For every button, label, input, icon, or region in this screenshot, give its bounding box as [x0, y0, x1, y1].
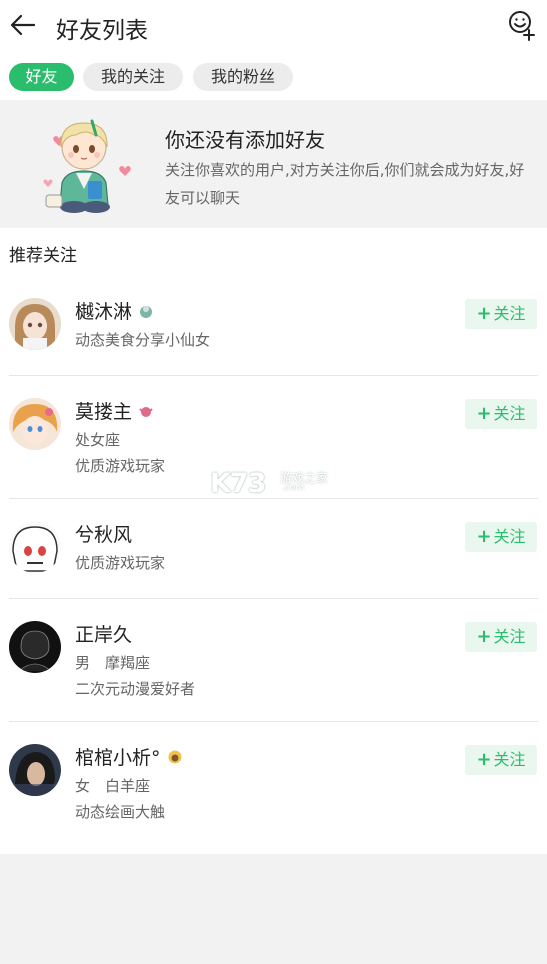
user-name: 莫搂主: [75, 397, 154, 424]
watermark-url: .com: [282, 483, 305, 493]
watermark-logo: K73: [210, 468, 266, 499]
user-name: 正岸久: [75, 624, 133, 646]
follow-button[interactable]: + 关注: [465, 745, 537, 775]
user-constellation: 处女座: [75, 431, 121, 449]
level-badge-icon: [139, 407, 153, 417]
follow-button[interactable]: + 关注: [465, 299, 537, 329]
follow-button[interactable]: + 关注: [465, 522, 537, 552]
user-row[interactable]: 正岸久 男 摩羯座 二次元动漫爱好者 + 关注: [0, 599, 547, 721]
level-badge-icon: [140, 306, 153, 318]
app-header: 好友列表: [0, 0, 547, 52]
plus-icon: +: [476, 403, 492, 424]
user-bio: 优质游戏玩家: [75, 554, 166, 572]
user-name: 樾沐淋: [75, 297, 154, 324]
user-avatar[interactable]: [9, 521, 61, 573]
follow-button[interactable]: + 关注: [465, 622, 537, 652]
follow-button[interactable]: + 关注: [465, 399, 537, 429]
user-bio: 动态美食分享小仙女: [75, 331, 211, 349]
user-gender-constellation: 女 白羊座: [75, 777, 151, 795]
add-friend-icon[interactable]: [507, 9, 537, 41]
user-gender-constellation: 男 摩羯座: [75, 654, 151, 672]
tab-bar: 好友 我的关注 我的粉丝: [0, 52, 547, 100]
section-title: 推荐关注: [9, 246, 77, 266]
user-name: 棺棺小析°: [75, 743, 183, 770]
user-row[interactable]: 樾沐淋 动态美食分享小仙女 + 关注: [0, 284, 547, 372]
user-avatar[interactable]: [9, 398, 61, 450]
user-bio: 二次元动漫爱好者: [75, 680, 196, 698]
tab-following[interactable]: 我的关注: [83, 63, 183, 91]
user-bio: 动态绘画大触: [75, 803, 166, 821]
empty-state-title: 你还没有添加好友: [165, 128, 325, 152]
back-arrow-icon[interactable]: [8, 10, 38, 40]
user-row[interactable]: 兮秋风 优质游戏玩家 + 关注: [0, 499, 547, 598]
plus-icon: +: [476, 526, 492, 547]
user-row[interactable]: 棺棺小析° 女 白羊座 动态绘画大触 + 关注: [0, 722, 547, 852]
user-avatar[interactable]: [9, 621, 61, 673]
k73-watermark: K73 游戏之家 .com: [210, 468, 340, 499]
user-name: 兮秋风: [75, 524, 133, 546]
plus-icon: +: [476, 626, 492, 647]
user-avatar[interactable]: [9, 744, 61, 796]
user-avatar[interactable]: [9, 298, 61, 350]
tab-fans[interactable]: 我的粉丝: [193, 63, 293, 91]
tab-friends[interactable]: 好友: [9, 63, 74, 91]
page-title: 好友列表: [56, 18, 148, 44]
recommend-section: 推荐关注 樾沐淋 动态美食分享小仙女 + 关注 莫搂主 处女座 优质游戏玩家 +…: [0, 228, 547, 854]
plus-icon: +: [476, 303, 492, 324]
user-bio: 优质游戏玩家: [75, 457, 166, 475]
plus-icon: +: [476, 749, 492, 770]
level-badge-icon: [168, 750, 182, 764]
empty-state-description: 关注你喜欢的用户,对方关注你后,你们就会成为好友,好友可以聊天: [165, 161, 525, 207]
empty-state-card: 你还没有添加好友 关注你喜欢的用户,对方关注你后,你们就会成为好友,好友可以聊天: [0, 101, 547, 228]
mascot-illustration: [43, 119, 131, 213]
